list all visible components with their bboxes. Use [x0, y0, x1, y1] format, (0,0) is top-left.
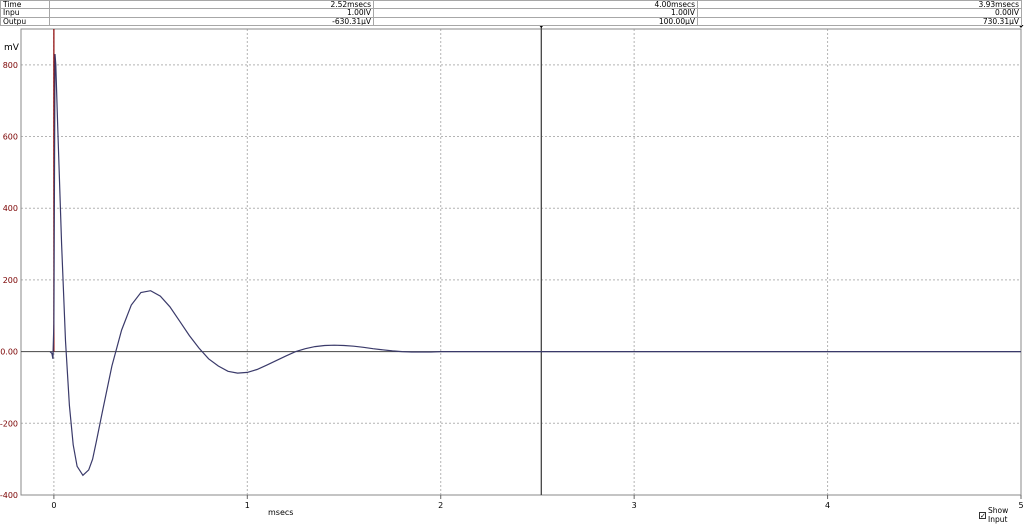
- y-tick-label: 0.00: [0, 348, 18, 357]
- y-tick-label: 400: [3, 204, 18, 213]
- cursor-value: 2.52msecs: [49, 0, 374, 10]
- x-tick-label: 3: [632, 501, 637, 510]
- y-tick-label: -200: [0, 419, 18, 428]
- cursor-value: 730.31µV: [697, 16, 1022, 27]
- row-label: Outpu: [0, 16, 50, 27]
- x-tick-label: 0: [51, 501, 56, 510]
- cursor-readout-table: Time 2.52msecs 4.00msecs 3.93msecs Inpu …: [0, 0, 1022, 27]
- grid-layer: [21, 29, 1022, 496]
- cursor-value: 4.00msecs: [373, 0, 698, 10]
- cursor-value: 1.00IV: [49, 8, 374, 18]
- x-axis-label: msecs: [268, 508, 293, 517]
- x-tick-label: 2: [438, 501, 443, 510]
- trace-layer: [49, 29, 1021, 477]
- cursor-value: -630.31µV: [49, 16, 374, 27]
- cursor-row-time: Time 2.52msecs 4.00msecs 3.93msecs: [0, 0, 1022, 10]
- plot-frame: [20, 28, 1022, 496]
- x-tick-label: 4: [825, 501, 830, 510]
- show-input-checkbox[interactable]: ✓ Show Input: [979, 506, 1024, 524]
- y-tick-label: 200: [3, 276, 18, 285]
- output-trace: [49, 54, 1021, 477]
- checkbox-box[interactable]: ✓: [979, 511, 986, 519]
- y-axis-label: mV: [4, 43, 20, 53]
- y-tick-label: -400: [0, 491, 18, 500]
- cursor-value: 3.93msecs: [697, 0, 1022, 10]
- y-tick-label: 600: [3, 133, 18, 142]
- x-tick-label: 1: [245, 501, 250, 510]
- cursor-value: 100.00µV: [373, 16, 698, 27]
- cursor-row-output: Outpu -630.31µV 100.00µV 730.31µV: [0, 16, 1022, 27]
- cursor-value: 1.00IV: [373, 8, 698, 18]
- waveform-chart: -400-2000.002004006008000 1 2 3 4 5 mV msecs: [0, 25, 1024, 517]
- cursor-value: 0.00IV: [697, 8, 1022, 18]
- row-label: Inpu: [0, 8, 50, 18]
- axis-layer: [20, 25, 1024, 499]
- cursor-row-input: Inpu 1.00IV 1.00IV 0.00IV: [0, 8, 1022, 18]
- y-tick-label: 800: [3, 61, 18, 70]
- row-label: Time: [0, 0, 50, 10]
- label-layer: -400-2000.002004006008000 1 2 3 4 5: [0, 61, 1024, 510]
- show-input-label: Show Input: [988, 506, 1009, 524]
